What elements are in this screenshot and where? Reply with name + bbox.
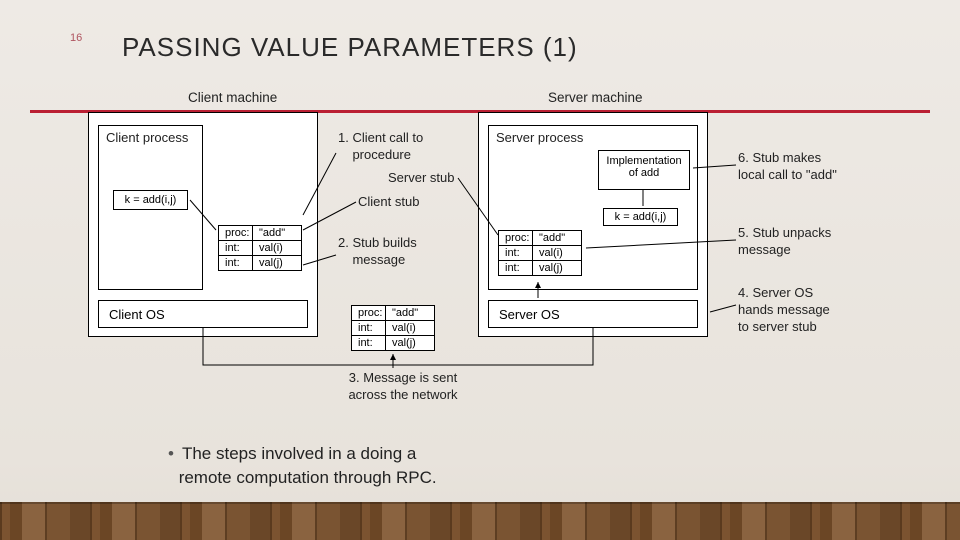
client-stub-msg: proc:"add" int:val(i) int:val(j) (218, 225, 302, 271)
label-server-machine: Server machine (548, 90, 643, 105)
s6l1: 6. Stub makes (738, 150, 837, 167)
msg-cell: int: (499, 246, 533, 260)
msg-cell: val(i) (253, 241, 289, 255)
bullet-text: •The steps involved in a doing a • remot… (168, 442, 437, 490)
step-4: 4. Server OS hands message to server stu… (738, 285, 830, 336)
s4l1: 4. Server OS (738, 285, 830, 302)
msg-cell: proc: (352, 306, 386, 320)
s5l2: message (738, 242, 831, 259)
server-stub-msg: proc:"add" int:val(i) int:val(j) (498, 230, 582, 276)
msg-cell: int: (352, 321, 386, 335)
s4l3: to server stub (738, 319, 830, 336)
label-client-process: Client process (106, 130, 188, 145)
bullet-l1: The steps involved in a doing a (182, 444, 416, 463)
client-call-expr: k = add(i,j) (113, 190, 188, 210)
s6l2: local call to "add" (738, 167, 837, 184)
msg-cell: int: (219, 241, 253, 255)
step-3: 3. Message is sent across the network (328, 370, 478, 404)
msg-cell: int: (352, 336, 386, 350)
msg-cell: "add" (533, 231, 571, 245)
step3-l1: 3. Message is sent (328, 370, 478, 387)
step3-l2: across the network (328, 387, 478, 404)
step-2: 2. Stub builds message (338, 235, 417, 269)
msg-cell: val(i) (533, 246, 569, 260)
impl-line: Implementation (599, 155, 689, 167)
client-os-box: Client OS (98, 300, 308, 328)
msg-cell: "add" (386, 306, 424, 320)
msg-cell: val(i) (386, 321, 422, 335)
step-1: 1. Client call to procedure (338, 130, 423, 164)
s4l2: hands message (738, 302, 830, 319)
page-number: 16 (70, 32, 82, 44)
msg-cell: "add" (253, 226, 291, 240)
msg-cell: val(j) (533, 261, 569, 275)
label-server-process: Server process (496, 130, 583, 145)
step-5: 5. Stub unpacks message (738, 225, 831, 259)
s5l1: 5. Stub unpacks (738, 225, 831, 242)
label-client-stub: Client stub (358, 194, 419, 209)
msg-cell: val(j) (253, 256, 289, 270)
impl-line: of add (599, 167, 689, 179)
label-server-stub: Server stub (388, 170, 454, 185)
bullet-dot: • (168, 444, 174, 463)
bullet-l2: remote computation through RPC. (179, 468, 437, 487)
msg-cell: int: (499, 261, 533, 275)
rpc-diagram: Client machine Server machine Client pro… (78, 90, 878, 425)
msg-cell: val(j) (386, 336, 422, 350)
msg-cell: int: (219, 256, 253, 270)
slide-title: PASSING VALUE PARAMETERS (1) (122, 32, 578, 63)
server-os-box: Server OS (488, 300, 698, 328)
server-call-expr: k = add(i,j) (603, 208, 678, 226)
label-client-machine: Client machine (188, 90, 277, 105)
wood-floor-texture (0, 502, 960, 540)
step-6: 6. Stub makes local call to "add" (738, 150, 837, 184)
msg-cell: proc: (219, 226, 253, 240)
network-msg: proc:"add" int:val(i) int:val(j) (351, 305, 435, 351)
msg-cell: proc: (499, 231, 533, 245)
impl-add-box: Implementation of add (598, 150, 690, 190)
